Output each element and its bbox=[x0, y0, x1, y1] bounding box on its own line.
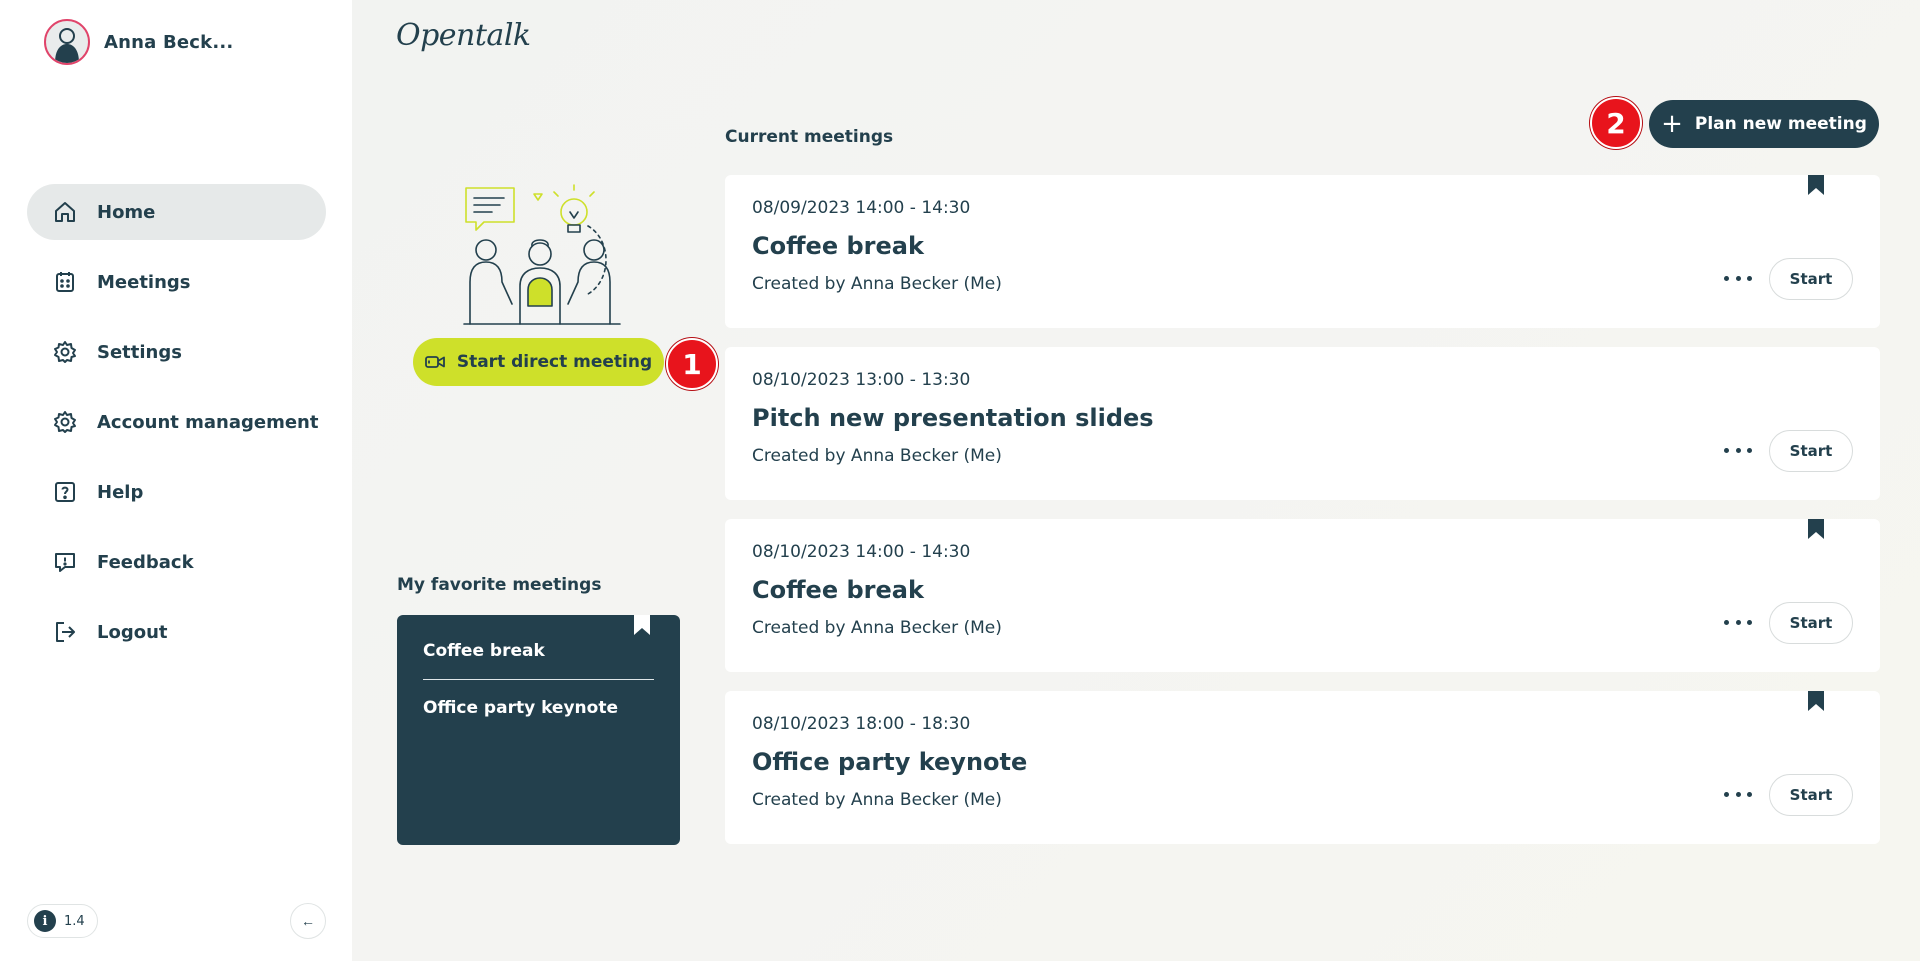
meeting-title: Office party keynote bbox=[752, 748, 1028, 776]
sidebar-item-label: Help bbox=[97, 481, 144, 503]
favorite-item[interactable]: Coffee break bbox=[423, 641, 654, 680]
sidebar-item-help[interactable]: Help bbox=[27, 464, 326, 520]
start-meeting-button[interactable]: Start bbox=[1769, 602, 1853, 644]
meeting-card[interactable]: 08/10/2023 14:00 - 14:30 Coffee break Cr… bbox=[725, 519, 1880, 672]
step-marker-1: 1 bbox=[666, 338, 718, 390]
meeting-creator: Created by Anna Becker (Me) bbox=[752, 618, 1002, 638]
meeting-title: Coffee break bbox=[752, 576, 924, 604]
meeting-list: 08/09/2023 14:00 - 14:30 Coffee break Cr… bbox=[725, 175, 1880, 863]
calendar-icon bbox=[53, 270, 77, 294]
meeting-card[interactable]: 08/10/2023 13:00 - 13:30 Pitch new prese… bbox=[725, 347, 1880, 500]
meeting-time: 08/10/2023 14:00 - 14:30 bbox=[752, 542, 971, 562]
info-icon: i bbox=[34, 910, 56, 932]
more-options-icon[interactable] bbox=[1724, 787, 1752, 801]
main-nav: Home Meetings Settings Account managemen… bbox=[27, 184, 326, 674]
sidebar-item-label: Meetings bbox=[97, 271, 191, 293]
meeting-card[interactable]: 08/09/2023 14:00 - 14:30 Coffee break Cr… bbox=[725, 175, 1880, 328]
avatar[interactable] bbox=[44, 19, 90, 65]
version-number: 1.4 bbox=[64, 913, 85, 929]
start-direct-meeting-label: Start direct meeting bbox=[456, 352, 653, 372]
favorites-card: Coffee break Office party keynote bbox=[397, 615, 680, 845]
favorites-heading: My favorite meetings bbox=[397, 575, 602, 595]
start-meeting-button[interactable]: Start bbox=[1769, 258, 1853, 300]
video-camera-icon bbox=[424, 356, 445, 368]
bookmark-icon[interactable] bbox=[1808, 175, 1824, 195]
start-meeting-button[interactable]: Start bbox=[1769, 774, 1853, 816]
arrow-left-icon: ← bbox=[301, 913, 315, 929]
meeting-card[interactable]: 08/10/2023 18:00 - 18:30 Office party ke… bbox=[725, 691, 1880, 844]
opentalk-logo: Opentalk bbox=[396, 18, 531, 53]
sidebar-item-settings[interactable]: Settings bbox=[27, 324, 326, 380]
meeting-title: Coffee break bbox=[752, 232, 924, 260]
sidebar-item-label: Settings bbox=[97, 341, 182, 363]
bookmark-icon[interactable] bbox=[1808, 691, 1824, 711]
sidebar-item-logout[interactable]: Logout bbox=[27, 604, 326, 660]
sidebar-item-label: Account management bbox=[97, 411, 319, 433]
gear-icon bbox=[53, 340, 77, 364]
meeting-time: 08/10/2023 13:00 - 13:30 bbox=[752, 370, 971, 390]
meeting-creator: Created by Anna Becker (Me) bbox=[752, 790, 1002, 810]
more-options-icon[interactable] bbox=[1724, 615, 1752, 629]
profile-name: Anna Beck... bbox=[104, 31, 234, 53]
sidebar: Anna Beck... Home Meetings Settings Acco… bbox=[0, 0, 352, 961]
plan-new-meeting-label: Plan new meeting bbox=[1694, 114, 1867, 134]
home-icon bbox=[53, 200, 77, 224]
meeting-creator: Created by Anna Becker (Me) bbox=[752, 274, 1002, 294]
sidebar-item-home[interactable]: Home bbox=[27, 184, 326, 240]
step-marker-2: 2 bbox=[1590, 97, 1642, 149]
logout-icon bbox=[53, 620, 77, 644]
main-content: Opentalk Start direct meeting 1 My favor… bbox=[352, 0, 1920, 961]
start-direct-meeting-button[interactable]: Start direct meeting bbox=[413, 338, 664, 386]
sidebar-item-label: Feedback bbox=[97, 551, 194, 573]
sidebar-item-feedback[interactable]: Feedback bbox=[27, 534, 326, 590]
user-profile[interactable]: Anna Beck... bbox=[44, 19, 233, 65]
meeting-creator: Created by Anna Becker (Me) bbox=[752, 446, 1002, 466]
feedback-icon bbox=[53, 550, 77, 574]
current-meetings-heading: Current meetings bbox=[725, 127, 894, 147]
meeting-illustration bbox=[463, 184, 621, 325]
more-options-icon[interactable] bbox=[1724, 271, 1752, 285]
meeting-time: 08/09/2023 14:00 - 14:30 bbox=[752, 198, 971, 218]
sidebar-item-label: Logout bbox=[97, 621, 168, 643]
sidebar-item-account-management[interactable]: Account management bbox=[27, 394, 326, 450]
sidebar-item-label: Home bbox=[97, 201, 156, 223]
plan-new-meeting-button[interactable]: + Plan new meeting bbox=[1649, 100, 1879, 148]
gear-icon bbox=[53, 410, 77, 434]
meeting-title: Pitch new presentation slides bbox=[752, 404, 1154, 432]
favorite-item[interactable]: Office party keynote bbox=[423, 680, 654, 718]
more-options-icon[interactable] bbox=[1724, 443, 1752, 457]
help-icon bbox=[53, 480, 77, 504]
bookmark-icon[interactable] bbox=[1808, 519, 1824, 539]
bookmark-icon bbox=[634, 615, 650, 635]
collapse-sidebar-button[interactable]: ← bbox=[290, 903, 326, 939]
plus-icon: + bbox=[1661, 109, 1683, 139]
sidebar-item-meetings[interactable]: Meetings bbox=[27, 254, 326, 310]
start-meeting-button[interactable]: Start bbox=[1769, 430, 1853, 472]
version-badge[interactable]: i 1.4 bbox=[27, 904, 98, 938]
person-icon bbox=[55, 28, 79, 63]
meeting-time: 08/10/2023 18:00 - 18:30 bbox=[752, 714, 971, 734]
